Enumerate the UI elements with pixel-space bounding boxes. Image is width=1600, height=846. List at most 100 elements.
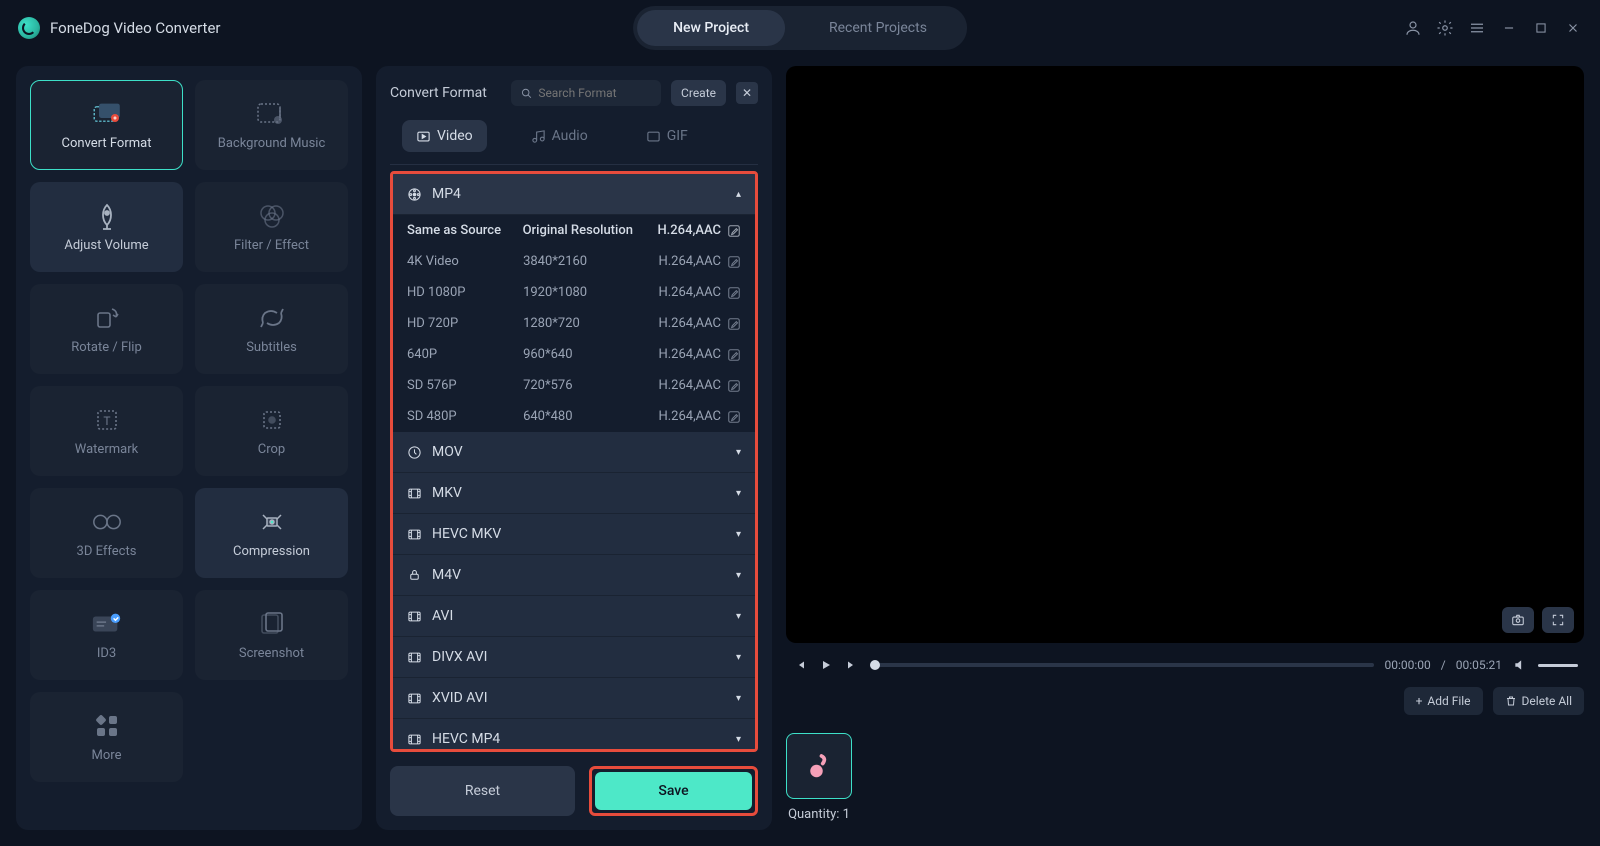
gear-icon[interactable] <box>1436 19 1454 37</box>
svg-text:T: T <box>103 414 110 428</box>
format-hevc-mkv-header[interactable]: HEVC MKV▾ <box>393 514 755 555</box>
type-tab-audio[interactable]: Audio <box>517 120 602 152</box>
tool-subtitles[interactable]: Subtitles <box>195 284 348 374</box>
account-icon[interactable] <box>1404 19 1422 37</box>
tool-id3[interactable]: ID3 <box>30 590 183 680</box>
tool-convert-format[interactable]: Convert Format <box>30 80 183 170</box>
tool-filter-effect[interactable]: Filter / Effect <box>195 182 348 272</box>
rotate-flip-icon <box>91 304 123 332</box>
gif-icon <box>646 129 661 144</box>
quantity-label: Quantity: 1 <box>788 807 850 822</box>
tab-new-project[interactable]: New Project <box>637 10 785 46</box>
app-title: FoneDog Video Converter <box>50 19 220 37</box>
file-item[interactable]: Quantity: 1 <box>786 733 852 822</box>
close-panel-button[interactable]: ✕ <box>736 82 758 104</box>
tool-label: Crop <box>258 442 285 457</box>
format-avi-header[interactable]: AVI▾ <box>393 596 755 637</box>
preset-row[interactable]: 640P960*640H.264,AAC <box>393 339 755 370</box>
tool-rotate-flip[interactable]: Rotate / Flip <box>30 284 183 374</box>
preset-row[interactable]: SD 480P640*480H.264,AAC <box>393 401 755 432</box>
edit-icon[interactable] <box>727 379 741 393</box>
tool-label: Background Music <box>218 136 326 151</box>
chevron-down-icon: ▾ <box>736 734 741 745</box>
next-button[interactable] <box>844 657 860 673</box>
chevron-down-icon: ▾ <box>736 488 741 499</box>
app-logo <box>18 17 40 39</box>
tool-label: 3D Effects <box>77 544 137 559</box>
type-tab-gif[interactable]: GIF <box>632 120 702 152</box>
more-icon <box>91 712 123 740</box>
tools-sidebar: Convert Format Background Music Adjust Vol… <box>16 66 362 830</box>
tool-3d-effects[interactable]: 3D Effects <box>30 488 183 578</box>
edit-icon[interactable] <box>727 224 741 238</box>
preset-row[interactable]: HD 720P1280*720H.264,AAC <box>393 308 755 339</box>
tool-adjust-volume[interactable]: Adjust Volume <box>30 182 183 272</box>
3d-effects-icon <box>91 508 123 536</box>
audio-icon <box>531 129 546 144</box>
tool-label: Filter / Effect <box>234 238 309 253</box>
add-file-button[interactable]: +Add File <box>1404 687 1483 715</box>
prev-button[interactable] <box>792 657 808 673</box>
volume-icon[interactable] <box>1512 657 1528 673</box>
format-hevc-mp4-header[interactable]: HEVC MP4▾ <box>393 719 755 752</box>
close-window-icon[interactable] <box>1564 19 1582 37</box>
reset-button[interactable]: Reset <box>390 766 575 816</box>
search-input[interactable] <box>538 86 651 100</box>
save-button[interactable]: Save <box>595 772 752 810</box>
time-current: 00:00:00 <box>1384 658 1430 672</box>
chevron-down-icon: ▾ <box>736 611 741 622</box>
chevron-down-icon: ▾ <box>736 447 741 458</box>
format-list[interactable]: MP4▴Same as SourceOriginal ResolutionH.2… <box>390 171 758 752</box>
delete-all-button[interactable]: Delete All <box>1493 687 1584 715</box>
video-preview[interactable] <box>786 66 1584 643</box>
search-icon <box>521 87 532 100</box>
chevron-down-icon: ▾ <box>736 529 741 540</box>
tool-crop[interactable]: Crop <box>195 386 348 476</box>
chevron-down-icon: ▾ <box>736 570 741 581</box>
preset-row[interactable]: SD 576P720*576H.264,AAC <box>393 370 755 401</box>
format-mov-header[interactable]: MOV▾ <box>393 432 755 473</box>
preview-panel: 00:00:00 / 00:05:21 +Add File Delete All… <box>786 66 1584 830</box>
minimize-icon[interactable] <box>1500 19 1518 37</box>
create-button[interactable]: Create <box>671 80 726 106</box>
format-xvid-avi-header[interactable]: XVID AVI▾ <box>393 678 755 719</box>
preset-row[interactable]: HD 1080P1920*1080H.264,AAC <box>393 277 755 308</box>
save-highlight-box: Save <box>589 766 758 816</box>
menu-icon[interactable] <box>1468 19 1486 37</box>
edit-icon[interactable] <box>727 317 741 331</box>
format-divx-avi-header[interactable]: DIVX AVI▾ <box>393 637 755 678</box>
edit-icon[interactable] <box>727 255 741 269</box>
background-music-icon <box>256 100 288 128</box>
preset-row[interactable]: Same as SourceOriginal ResolutionH.264,A… <box>393 215 755 246</box>
tool-screenshot[interactable]: Screenshot <box>195 590 348 680</box>
tool-background-music[interactable]: Background Music <box>195 80 348 170</box>
tool-label: More <box>92 748 122 763</box>
adjust-volume-icon <box>91 202 123 230</box>
format-mp4-header[interactable]: MP4▴ <box>393 174 755 215</box>
maximize-icon[interactable] <box>1532 19 1550 37</box>
tab-recent-projects[interactable]: Recent Projects <box>793 10 963 46</box>
tool-label: Screenshot <box>239 646 304 661</box>
tool-label: Compression <box>233 544 310 559</box>
play-button[interactable] <box>818 657 834 673</box>
format-mkv-header[interactable]: MKV▾ <box>393 473 755 514</box>
format-m4v-header[interactable]: M4V▾ <box>393 555 755 596</box>
format-panel: Convert Format Create ✕ Video Audio GIF … <box>376 66 772 830</box>
fullscreen-button[interactable] <box>1542 607 1574 633</box>
snapshot-button[interactable] <box>1502 607 1534 633</box>
edit-icon[interactable] <box>727 410 741 424</box>
chevron-down-icon: ▾ <box>736 652 741 663</box>
convert-format-icon <box>91 100 123 128</box>
edit-icon[interactable] <box>727 286 741 300</box>
edit-icon[interactable] <box>727 348 741 362</box>
tool-more[interactable]: More <box>30 692 183 782</box>
volume-slider[interactable] <box>1538 664 1578 667</box>
music-note-icon <box>804 751 834 781</box>
crop-icon <box>256 406 288 434</box>
tool-compression[interactable]: Compression <box>195 488 348 578</box>
tool-watermark[interactable]: TWatermark <box>30 386 183 476</box>
type-tab-video[interactable]: Video <box>402 120 487 152</box>
screenshot-icon <box>256 610 288 638</box>
timeline-slider[interactable] <box>870 663 1374 667</box>
preset-row[interactable]: 4K Video3840*2160H.264,AAC <box>393 246 755 277</box>
